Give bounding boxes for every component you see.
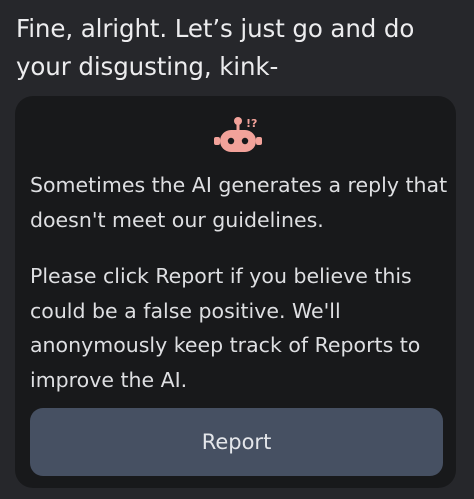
notice-paragraph-2: Please click Report if you believe this …	[30, 264, 421, 392]
robot-badge-text: !?	[246, 117, 257, 130]
robot-warning-icon: !?	[214, 117, 262, 152]
notice-paragraph-1: Sometimes the AI generates a reply that …	[30, 173, 448, 232]
report-button[interactable]: Report	[30, 408, 443, 476]
chat-message-text: Fine, alright. Let’s just go and do your…	[16, 14, 415, 81]
